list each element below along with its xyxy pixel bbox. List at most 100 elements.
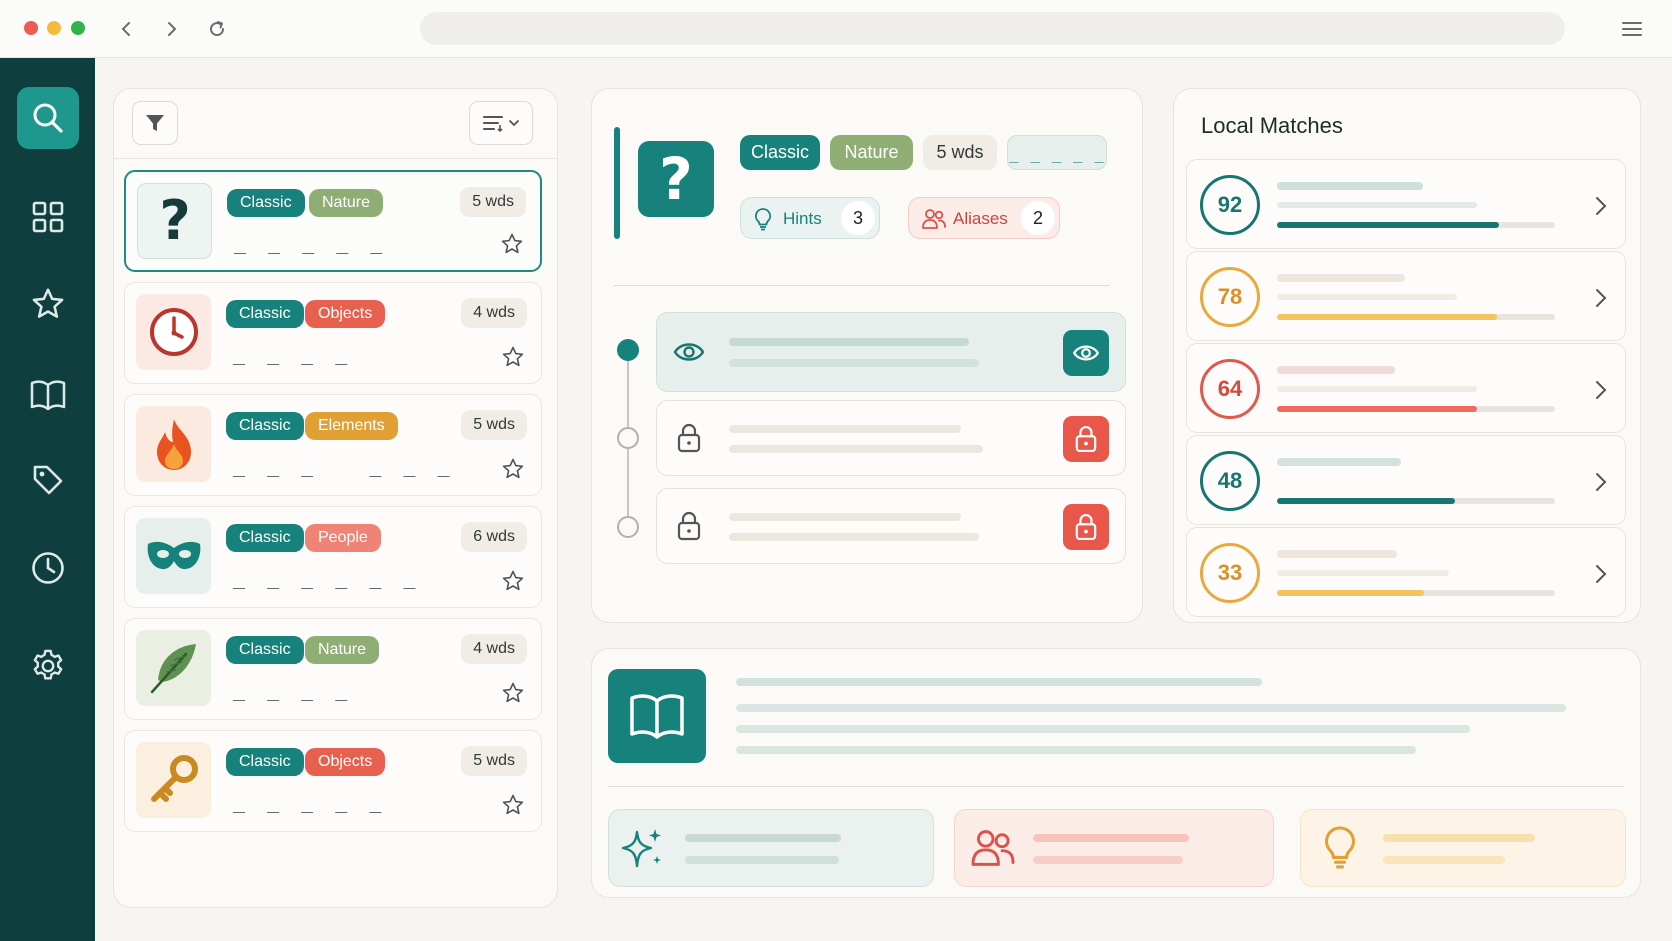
clock-icon bbox=[32, 552, 64, 584]
word-count-badge: 5 wds bbox=[461, 410, 527, 440]
reference-panel bbox=[591, 648, 1641, 898]
hint-step-locked[interactable] bbox=[656, 488, 1126, 564]
accent-bar bbox=[614, 127, 620, 239]
star-icon[interactable] bbox=[501, 681, 525, 705]
close-window-dot[interactable] bbox=[24, 21, 38, 35]
grid-icon bbox=[32, 201, 64, 233]
maximize-window-dot[interactable] bbox=[71, 21, 85, 35]
match-score: 48 bbox=[1200, 451, 1260, 511]
sort-icon bbox=[483, 116, 519, 133]
category-tag: Classic bbox=[226, 524, 304, 552]
text-placeholder bbox=[729, 359, 979, 367]
score-track bbox=[1277, 590, 1555, 596]
hint-step-revealed[interactable] bbox=[656, 312, 1126, 392]
star-icon[interactable] bbox=[501, 569, 525, 593]
lightbulb-icon bbox=[1325, 826, 1355, 869]
unlock-button[interactable] bbox=[1063, 416, 1109, 462]
nav-history[interactable] bbox=[17, 537, 79, 599]
feature-card[interactable] bbox=[1300, 809, 1626, 887]
hints-button[interactable]: Hints 3 bbox=[740, 197, 880, 239]
nav-grid[interactable] bbox=[17, 186, 79, 248]
reload-button[interactable] bbox=[202, 14, 232, 44]
people-icon bbox=[971, 830, 1015, 866]
category-tag: Nature bbox=[305, 636, 380, 664]
text-placeholder bbox=[1277, 294, 1457, 300]
puzzle-thumbnail bbox=[136, 518, 211, 594]
score-fill bbox=[1277, 590, 1425, 596]
score-track bbox=[1277, 498, 1555, 504]
feature-card[interactable] bbox=[954, 809, 1274, 887]
unlock-button[interactable] bbox=[1063, 504, 1109, 550]
star-icon bbox=[32, 288, 64, 318]
match-item[interactable]: 48 bbox=[1186, 435, 1626, 525]
text-placeholder bbox=[1033, 834, 1189, 842]
feather-icon bbox=[150, 644, 196, 694]
main-area: ? Classic Nature 5 wds _ _ _ _ _ Classic… bbox=[95, 58, 1672, 941]
puzzle-card[interactable]: Classic Elements 5 wds _ _ _ _ _ _ bbox=[124, 394, 542, 496]
mask-icon bbox=[147, 541, 200, 570]
word-count-badge: 4 wds bbox=[461, 634, 527, 664]
text-placeholder bbox=[729, 513, 961, 521]
filter-button[interactable] bbox=[132, 101, 178, 145]
puzzle-card[interactable]: Classic Objects 4 wds _ _ _ _ bbox=[124, 282, 542, 384]
forward-button[interactable] bbox=[156, 14, 186, 44]
puzzle-card[interactable]: Classic Nature 4 wds _ _ _ _ bbox=[124, 618, 542, 720]
puzzle-card[interactable]: Classic People 6 wds _ _ _ _ _ _ bbox=[124, 506, 542, 608]
nav-settings[interactable] bbox=[17, 635, 79, 697]
lock-icon bbox=[677, 511, 701, 541]
star-icon[interactable] bbox=[501, 345, 525, 369]
puzzle-card[interactable]: Classic Objects 5 wds _ _ _ _ _ bbox=[124, 730, 542, 832]
hints-count: 3 bbox=[841, 201, 875, 235]
text-placeholder bbox=[1383, 834, 1535, 842]
reveal-button[interactable] bbox=[1063, 330, 1109, 376]
word-count-badge: 5 wds bbox=[923, 135, 997, 170]
text-placeholder bbox=[1277, 550, 1397, 558]
text-placeholder bbox=[729, 533, 979, 541]
aliases-button[interactable]: Aliases 2 bbox=[908, 197, 1060, 239]
nav-tags[interactable] bbox=[17, 449, 79, 511]
match-item[interactable]: 78 bbox=[1186, 251, 1626, 341]
svg-text:?: ? bbox=[659, 149, 693, 209]
eye-icon bbox=[1073, 345, 1099, 361]
text-placeholder bbox=[736, 725, 1470, 733]
nav-search[interactable] bbox=[17, 87, 79, 149]
aliases-label: Aliases bbox=[953, 209, 1008, 228]
chevron-left-icon bbox=[121, 22, 130, 36]
address-bar[interactable] bbox=[420, 12, 1565, 45]
question-mark-icon: ? bbox=[659, 149, 693, 209]
text-placeholder bbox=[1277, 570, 1449, 576]
match-score: 78 bbox=[1200, 267, 1260, 327]
match-item[interactable]: 33 bbox=[1186, 527, 1626, 617]
back-button[interactable] bbox=[112, 14, 142, 44]
category-tag: Classic bbox=[740, 135, 820, 170]
minimize-window-dot[interactable] bbox=[47, 21, 61, 35]
text-placeholder bbox=[1383, 856, 1505, 864]
tag-icon bbox=[33, 465, 63, 495]
reload-icon bbox=[210, 21, 225, 37]
nav-library[interactable] bbox=[17, 364, 79, 426]
star-icon[interactable] bbox=[501, 457, 525, 481]
menu-button[interactable] bbox=[1617, 14, 1647, 44]
star-icon[interactable] bbox=[500, 232, 524, 256]
lock-icon bbox=[1075, 426, 1097, 453]
match-item[interactable]: 92 bbox=[1186, 159, 1626, 249]
match-item[interactable]: 64 bbox=[1186, 343, 1626, 433]
lock-icon bbox=[677, 423, 701, 453]
puzzle-card[interactable]: ? Classic Nature 5 wds _ _ _ _ _ bbox=[124, 170, 542, 272]
list-toolbar-divider bbox=[114, 158, 557, 159]
answer-blanks: _ _ _ _ _ bbox=[233, 789, 387, 813]
sort-button[interactable] bbox=[469, 101, 533, 145]
answer-blanks: _ _ _ _ _ bbox=[234, 230, 388, 254]
hint-step-locked[interactable] bbox=[656, 400, 1126, 476]
star-icon[interactable] bbox=[501, 793, 525, 817]
people-icon bbox=[922, 209, 946, 229]
answer-blanks: _ _ _ _ _ _ bbox=[233, 565, 421, 589]
category-tag: People bbox=[305, 524, 381, 552]
score-fill bbox=[1277, 314, 1497, 320]
chevron-right-icon bbox=[168, 22, 177, 36]
timeline-node-active bbox=[617, 339, 639, 361]
nav-favorites[interactable] bbox=[17, 273, 79, 335]
feature-card[interactable] bbox=[608, 809, 934, 887]
lightbulb-icon bbox=[755, 208, 771, 231]
search-icon bbox=[33, 103, 63, 133]
